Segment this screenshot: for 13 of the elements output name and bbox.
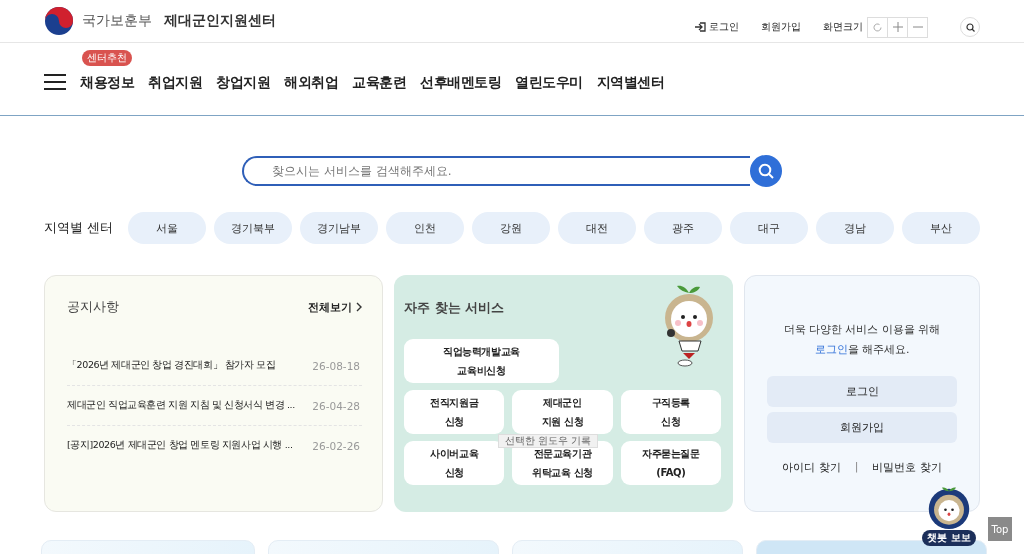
ministry-name: 국가보훈부 bbox=[82, 12, 152, 30]
service-title: 자주 찾는 서비스 bbox=[404, 300, 505, 315]
notice-date: 26-04-28 bbox=[312, 399, 360, 412]
notice-title: 공지사항 bbox=[67, 298, 119, 316]
region-label: 지역별 센터 bbox=[44, 219, 114, 237]
font-size-label: 화면크기 bbox=[823, 20, 863, 34]
site-title: 제대군인지원센터 bbox=[164, 12, 276, 30]
login-message: 더욱 다양한 서비스 이용을 위해 로그인을 해주세요. bbox=[782, 322, 942, 358]
tooltip: 선택한 윈도우 기록 bbox=[498, 434, 599, 448]
notice-date: 26-02-26 bbox=[312, 439, 360, 452]
separator: | bbox=[854, 460, 859, 475]
notice-date: 26-08-18 bbox=[312, 359, 360, 372]
recommend-badge: 센터추천 bbox=[82, 50, 132, 66]
